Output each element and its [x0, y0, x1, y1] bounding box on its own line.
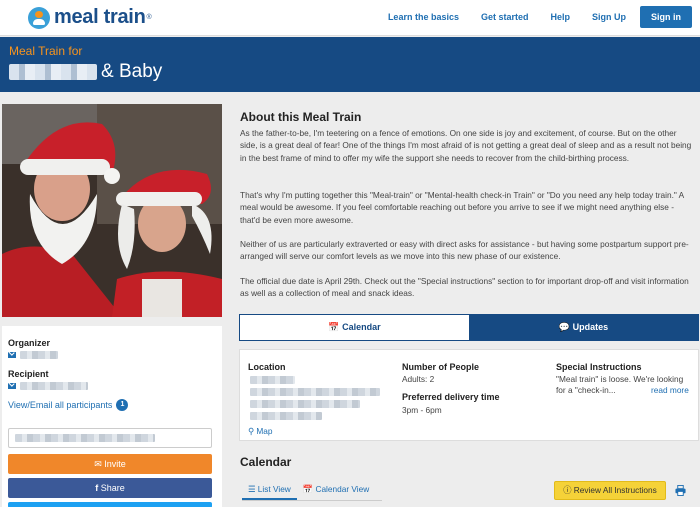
- redacted-recipient: [20, 382, 88, 390]
- logo[interactable]: meal train ®: [28, 6, 152, 29]
- participants-count-badge: 1: [116, 399, 129, 411]
- section-tabs: 📅 Calendar 💬 Updates: [239, 314, 699, 341]
- about-title: About this Meal Train: [240, 110, 362, 124]
- calendar-title: Calendar: [240, 455, 292, 469]
- about-paragraph: That's why I'm putting together this "Me…: [240, 190, 684, 225]
- share-label: Share: [100, 483, 125, 493]
- redacted-location: [250, 400, 360, 408]
- delivery-label: Preferred delivery time: [402, 392, 500, 402]
- review-instructions-button[interactable]: ⓘ Review All Instructions: [554, 481, 666, 500]
- view-toggle: ☰ List View 📅 Calendar View: [242, 479, 382, 501]
- top-nav: meal train ® Learn the basics Get starte…: [0, 0, 700, 36]
- redacted-link: [15, 434, 155, 442]
- nav-help[interactable]: Help: [550, 12, 570, 22]
- redacted-organizer: [20, 351, 58, 359]
- view-participants-link[interactable]: View/Email all participants 1: [8, 399, 129, 411]
- print-icon[interactable]: [675, 485, 686, 496]
- calendar-view-label: Calendar View: [315, 484, 370, 494]
- details-box: Location ⚲ Map Number of People Adults: …: [239, 349, 699, 441]
- people-label: Number of People: [402, 362, 480, 372]
- list-view-label: List View: [257, 484, 291, 494]
- nav-sign-up[interactable]: Sign Up: [592, 12, 626, 22]
- tab-updates[interactable]: 💬 Updates: [469, 315, 698, 340]
- logo-trademark: ®: [146, 14, 152, 21]
- map-link-label: Map: [256, 426, 273, 436]
- page-subtitle: Meal Train for: [9, 44, 83, 58]
- location-label: Location: [248, 362, 286, 372]
- about-paragraph: The official due date is April 29th. Che…: [240, 276, 689, 299]
- instructions-text: "Meal train" is loose. We're looking: [556, 374, 684, 384]
- tab-calendar[interactable]: 📅 Calendar: [240, 315, 469, 340]
- logo-text: meal train: [54, 6, 146, 28]
- tab-updates-label: Updates: [572, 322, 609, 332]
- facebook-share-button[interactable]: f Share: [8, 478, 212, 498]
- about-paragraph: Neither of us are particularly extravert…: [240, 239, 689, 262]
- nav-get-started[interactable]: Get started: [481, 12, 529, 22]
- logo-icon: [28, 6, 50, 29]
- invite-label: Invite: [104, 459, 126, 469]
- email-icon[interactable]: [8, 352, 16, 358]
- delivery-value: 3pm - 6pm: [402, 405, 442, 415]
- recipient-label: Recipient: [8, 369, 49, 379]
- redacted-location: [250, 412, 322, 420]
- nav-learn-basics[interactable]: Learn the basics: [388, 12, 459, 22]
- read-more-link[interactable]: read more: [651, 385, 689, 395]
- page-header: Meal Train for & Baby: [0, 37, 700, 92]
- santa-couple-image: [2, 104, 222, 317]
- recipient-photo: [2, 104, 222, 317]
- redacted-name: [9, 64, 97, 80]
- people-value: Adults: 2: [402, 374, 435, 384]
- map-link[interactable]: ⚲ Map: [248, 426, 273, 436]
- organizer-card: Organizer Recipient View/Email all parti…: [2, 326, 222, 507]
- page-title: & Baby: [9, 61, 162, 83]
- calendar-view-tab[interactable]: 📅 Calendar View: [297, 479, 375, 500]
- redacted-location: [250, 376, 295, 384]
- list-view-tab[interactable]: ☰ List View: [242, 479, 297, 500]
- review-instructions-label: Review All Instructions: [573, 485, 657, 495]
- twitter-share-button[interactable]: [8, 502, 212, 507]
- instructions-label: Special Instructions: [556, 362, 642, 372]
- share-link-input[interactable]: [8, 428, 212, 448]
- tab-calendar-label: Calendar: [342, 322, 381, 332]
- main-content: About this Meal Train As the father-to-b…: [233, 104, 700, 507]
- participants-link-label: View/Email all participants: [8, 400, 113, 410]
- nav-links: Learn the basics Get started Help Sign U…: [366, 6, 692, 28]
- sign-in-button[interactable]: Sign in: [640, 6, 692, 28]
- redacted-location: [250, 388, 380, 396]
- email-icon[interactable]: [8, 383, 16, 389]
- about-paragraph: As the father-to-be, I'm teetering on a …: [240, 128, 692, 163]
- organizer-label: Organizer: [8, 338, 51, 348]
- instructions-text: for a "check-in...: [556, 385, 616, 395]
- invite-button[interactable]: ✉ Invite: [8, 454, 212, 474]
- page-title-suffix: & Baby: [101, 61, 163, 82]
